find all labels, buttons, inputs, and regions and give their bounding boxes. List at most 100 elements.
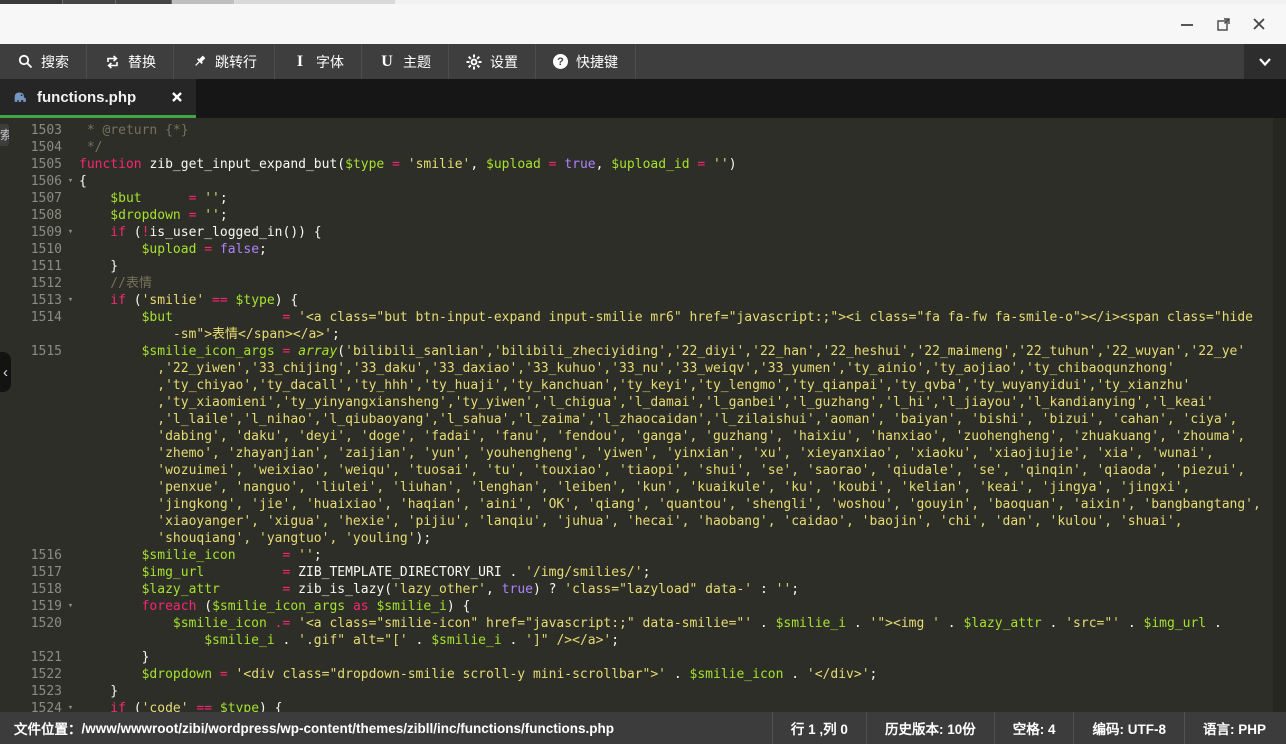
code-row[interactable]: ,'ty_xiaomieni','ty_yinyangxiansheng','t… (0, 394, 1286, 411)
fold-gutter (62, 428, 79, 445)
toolbar-button-theme[interactable]: U 主题 (362, 44, 449, 79)
fold-arrow-icon[interactable]: ▾ (62, 173, 79, 190)
code-row[interactable]: 1508$dropdown = ''; (0, 207, 1286, 224)
code-row[interactable]: 1509▾if (!is_user_logged_in()) { (0, 224, 1286, 241)
code-row[interactable]: 1524▾if ('code' == $type) { (0, 700, 1286, 712)
code-row[interactable]: 1511} (0, 258, 1286, 275)
code-line-text: 'wozuimei', 'weixiao', 'weiqu', 'tuosai'… (79, 462, 1286, 479)
code-row[interactable]: 1505function zib_get_input_expand_but($t… (0, 156, 1286, 173)
status-encoding[interactable]: 编码: UTF-8 (1073, 712, 1184, 744)
toolbar-button-label: 搜索 (41, 52, 69, 72)
code-row[interactable]: 'dabing', 'daku', 'deyi', 'doge', 'fadai… (0, 428, 1286, 445)
code-row[interactable]: 1510$upload = false; (0, 241, 1286, 258)
line-number (0, 445, 62, 462)
fold-arrow-icon[interactable]: ▾ (62, 700, 79, 712)
code-row[interactable]: 1517$img_url = ZIB_TEMPLATE_DIRECTORY_UR… (0, 564, 1286, 581)
code-row[interactable]: 1520$smilie_icon .= '<a class="smilie-ic… (0, 615, 1286, 632)
code-row[interactable]: 1513▾if ('smilie' == $type) { (0, 292, 1286, 309)
code-row[interactable]: 1523} (0, 683, 1286, 700)
toolbar-button-replace[interactable]: 替换 (87, 44, 174, 79)
fold-gutter (62, 139, 79, 156)
code-row[interactable]: 1504*/ (0, 139, 1286, 156)
toolbar-button-hotkeys[interactable]: ? 快捷键 (536, 44, 636, 79)
code-row[interactable]: ,'22_yiwen','33_chijing','33_daku','33_d… (0, 360, 1286, 377)
status-language[interactable]: 语言: PHP (1184, 712, 1284, 744)
fold-gutter (62, 258, 79, 275)
minimize-button[interactable] (1172, 11, 1202, 37)
code-row[interactable]: 1514$but = '<a class="but btn-input-expa… (0, 309, 1286, 326)
code-row[interactable]: 'zhemo', 'zhayanjian', 'zaijian', 'yun',… (0, 445, 1286, 462)
code-line-text: } (79, 683, 1286, 700)
fold-arrow-icon[interactable]: ▾ (62, 224, 79, 241)
editor-scrollbar[interactable] (1273, 118, 1286, 712)
close-window-button[interactable] (1244, 11, 1274, 37)
line-number (0, 530, 62, 547)
code-row[interactable]: 1506▾{ (0, 173, 1286, 190)
code-line-text: $smilie_icon .= '<a class="smilie-icon" … (79, 615, 1286, 632)
panel-collapse-handle[interactable]: ‹ (0, 352, 11, 392)
maximize-button[interactable] (1208, 11, 1238, 37)
code-row[interactable]: 1515$smilie_icon_args = array('bilibili_… (0, 343, 1286, 360)
toolbar-button-goto-line[interactable]: 跳转行 (174, 44, 275, 79)
search-icon (17, 54, 33, 70)
pin-icon (191, 54, 207, 70)
code-row[interactable]: 1516$smilie_icon = ''; (0, 547, 1286, 564)
side-panel-peek-tab[interactable]: 索 (0, 124, 9, 146)
fold-gutter (62, 190, 79, 207)
theme-icon: U (379, 54, 395, 70)
fold-gutter (62, 326, 79, 343)
gear-icon (466, 54, 482, 70)
question-circle-icon: ? (553, 54, 568, 69)
code-row[interactable]: 'penxue', 'nanguo', 'liulei', 'liuhan', … (0, 479, 1286, 496)
line-number: 1511 (0, 258, 62, 275)
fold-gutter (62, 530, 79, 547)
code-row[interactable]: ,'ty_chiyao','ty_dacall','ty_hhh','ty_hu… (0, 377, 1286, 394)
code-row[interactable]: 'jingkong', 'jie', 'huaixiao', 'haqian',… (0, 496, 1286, 513)
replace-icon (104, 54, 120, 70)
code-row[interactable]: -sm">表情</span></a>'; (0, 326, 1286, 343)
status-history-versions[interactable]: 历史版本: 10份 (866, 712, 994, 744)
code-row[interactable]: 1518$lazy_attr = zib_is_lazy('lazy_other… (0, 581, 1286, 598)
status-line-col[interactable]: 行 1 ,列 0 (772, 712, 866, 744)
code-row[interactable]: 1503* @return {*} (0, 122, 1286, 139)
fold-gutter (62, 394, 79, 411)
code-line-text: //表情 (79, 275, 1286, 292)
code-rows[interactable]: 1503* @return {*}1504*/1505function zib_… (0, 118, 1286, 712)
tab-close-icon[interactable] (170, 90, 184, 104)
toolbar-button-font[interactable]: I 字体 (275, 44, 362, 79)
code-line-text: $but = '<a class="but btn-input-expand i… (79, 309, 1286, 326)
code-line-text: ,'22_yiwen','33_chijing','33_daku','33_d… (79, 360, 1286, 377)
code-row[interactable]: 1512//表情 (0, 275, 1286, 292)
toolbar-expand-button[interactable] (1244, 44, 1286, 79)
toolbar-button-label: 快捷键 (576, 52, 618, 72)
toolbar-button-label: 字体 (316, 52, 344, 72)
code-line-text: $smilie_icon_args = array('bilibili_sanl… (79, 343, 1286, 360)
tab-bar: functions.php (0, 79, 1286, 118)
code-row[interactable]: $smilie_i . '.gif" alt="[' . $smilie_i .… (0, 632, 1286, 649)
tab-functions-php[interactable]: functions.php (0, 79, 196, 118)
code-editor[interactable]: 1503* @return {*}1504*/1505function zib_… (0, 118, 1286, 712)
fold-arrow-icon[interactable]: ▾ (62, 292, 79, 309)
fold-gutter (62, 156, 79, 173)
toolbar-button-settings[interactable]: 设置 (449, 44, 536, 79)
code-row[interactable]: ,'l_laile','l_nihao','l_qiubaoyang','l_s… (0, 411, 1286, 428)
fold-gutter (62, 122, 79, 139)
code-row[interactable]: 1519▾foreach ($smilie_icon_args as $smil… (0, 598, 1286, 615)
code-row[interactable]: 1521} (0, 649, 1286, 666)
code-row[interactable]: 'xiaoyanger', 'xigua', 'hexie', 'pijiu',… (0, 513, 1286, 530)
php-file-icon (12, 89, 28, 105)
code-row[interactable]: 1522$dropdown = '<div class="dropdown-sm… (0, 666, 1286, 683)
line-number: 1503 (0, 122, 62, 139)
fold-gutter (62, 360, 79, 377)
status-spaces[interactable]: 空格: 4 (994, 712, 1074, 744)
minimize-icon (1180, 17, 1194, 31)
toolbar-button-label: 替换 (128, 52, 156, 72)
fold-arrow-icon[interactable]: ▾ (62, 598, 79, 615)
code-row[interactable]: 1507$but = ''; (0, 190, 1286, 207)
tab-label: functions.php (37, 89, 161, 106)
code-row[interactable]: 'shouqiang', 'yangtuo', 'youling'); (0, 530, 1286, 547)
fold-gutter (62, 343, 79, 360)
code-row[interactable]: 'wozuimei', 'weixiao', 'weiqu', 'tuosai'… (0, 462, 1286, 479)
toolbar-button-search[interactable]: 搜索 (0, 44, 87, 79)
fold-gutter (62, 547, 79, 564)
